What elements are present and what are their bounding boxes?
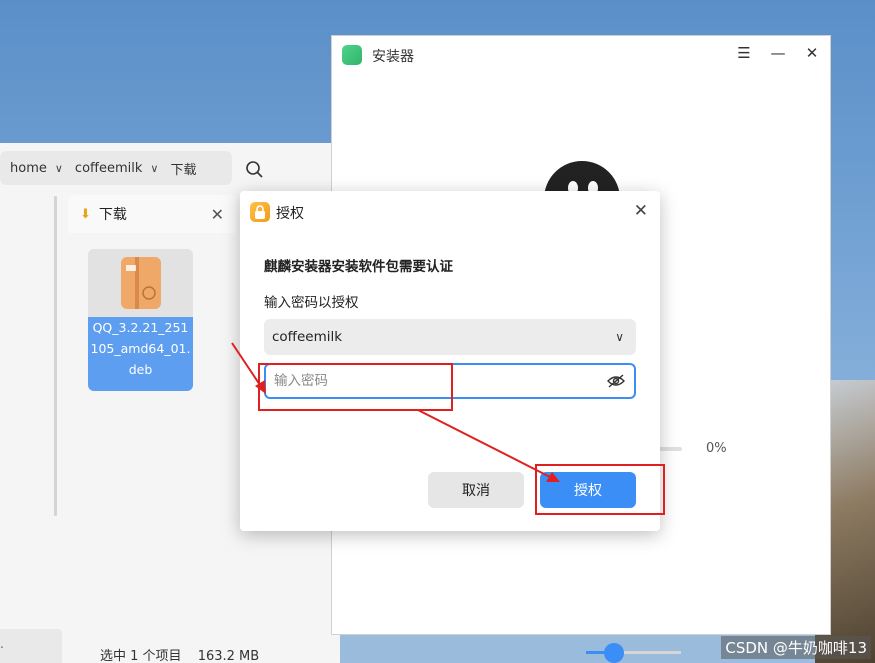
sidebar-footer: .	[0, 629, 62, 663]
breadcrumb-user[interactable]: coffeemilk ∨	[75, 161, 159, 176]
file-name: QQ_3.2.21_251105_amd64_01.deb	[88, 317, 193, 391]
annotation-box-password	[258, 363, 453, 411]
eye-hidden-icon[interactable]	[606, 372, 626, 390]
breadcrumb-label: home	[10, 160, 47, 176]
search-icon[interactable]	[244, 159, 264, 179]
user-select-value: coffeemilk	[272, 329, 343, 345]
breadcrumb-label: coffeemilk	[74, 160, 143, 176]
zoom-slider-handle[interactable]	[604, 643, 624, 663]
breadcrumb-home[interactable]: home ∨	[10, 161, 63, 176]
breadcrumb: home ∨ coffeemilk ∨ 下载	[0, 151, 232, 185]
close-icon[interactable]: ✕	[804, 44, 820, 62]
cancel-button[interactable]: 取消	[428, 472, 524, 508]
selection-size: 163.2 MB	[197, 649, 260, 663]
breadcrumb-downloads[interactable]: 下载	[170, 159, 196, 178]
download-icon: ⬇	[80, 206, 91, 222]
breadcrumb-label: 下载	[170, 162, 197, 178]
watermark: CSDN @牛奶咖啡13	[721, 636, 871, 659]
minimize-icon[interactable]: —	[770, 44, 786, 62]
lock-icon	[250, 202, 270, 222]
status-bar: 选中 1 个项目 163.2 MB	[100, 645, 271, 663]
dialog-title: 授权	[276, 206, 304, 222]
password-prompt-label: 输入密码以授权	[264, 295, 359, 311]
close-icon[interactable]: ✕	[634, 201, 648, 221]
chevron-down-icon[interactable]: ∨	[615, 330, 624, 344]
window-title: 安装器	[372, 49, 414, 65]
close-icon[interactable]: ✕	[211, 205, 224, 224]
deb-package-icon	[88, 249, 193, 317]
selection-count: 选中 1 个项目	[100, 649, 182, 663]
install-progress-text: 0%	[706, 441, 727, 456]
tab-label: 下载	[98, 207, 127, 223]
chevron-down-icon[interactable]: ∨	[55, 162, 63, 175]
user-select[interactable]: coffeemilk ∨	[264, 319, 636, 355]
chevron-down-icon[interactable]: ∨	[150, 162, 158, 175]
file-item[interactable]: QQ_3.2.21_251105_amd64_01.deb	[88, 249, 193, 391]
dialog-heading: 麒麟安装器安装软件包需要认证	[264, 259, 453, 275]
tab-downloads[interactable]: ⬇ 下载 ✕	[68, 195, 236, 233]
sidebar-scrollbar[interactable]	[54, 196, 57, 516]
installer-app-icon	[342, 45, 362, 65]
menu-icon[interactable]: ☰	[736, 44, 752, 62]
sidebar-footer-text: .	[0, 637, 4, 651]
annotation-box-authorize	[535, 464, 665, 515]
window-controls: ☰ — ✕	[736, 44, 820, 62]
